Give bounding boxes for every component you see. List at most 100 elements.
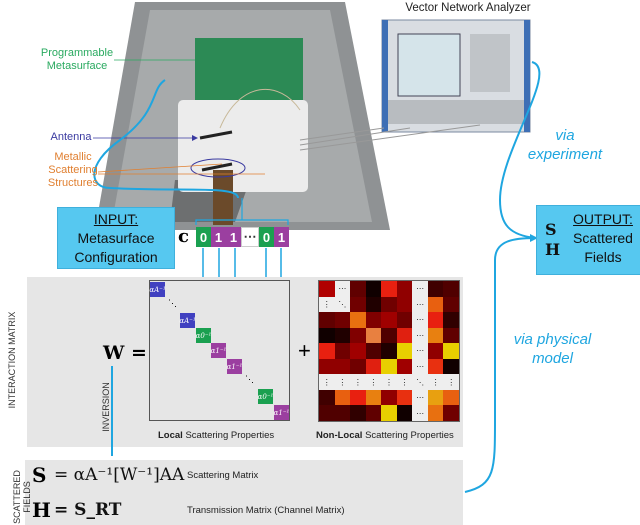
heatmap-cell: [427, 312, 444, 328]
output-symbol-s: S: [545, 220, 557, 239]
heatmap-cell: [396, 281, 413, 297]
eq2-lhs: H: [32, 498, 51, 522]
eq1-description: Scattering Matrix: [187, 470, 259, 481]
heatmap-cell: [319, 343, 335, 359]
eq1-lhs: S: [32, 463, 47, 487]
heatmap-cell: ⋮: [353, 377, 362, 387]
heatmap-cell: [443, 389, 459, 406]
heatmap-cell: ⋯: [416, 362, 425, 372]
heatmap-cell: [319, 312, 335, 328]
bit-ellipsis: ⋯: [241, 227, 259, 247]
heatmap-cell: [319, 389, 335, 406]
heatmap-cell: [365, 281, 382, 297]
input-box: INPUT: Metasurface Configuration: [57, 207, 175, 269]
heatmap-cell: [443, 296, 459, 313]
heatmap-cell: ⋯: [416, 284, 425, 294]
heatmap-cell: [319, 281, 335, 297]
via-physical-model-label: via physical model: [513, 331, 592, 367]
output-heading: OUTPUT:: [573, 211, 633, 227]
heatmap-cell: [381, 327, 397, 344]
heatmap-cell: [443, 281, 459, 297]
heatmap-cell: ⋯: [416, 330, 425, 340]
heatmap-cell: ⋯: [416, 393, 425, 403]
diag-cell-4: α1⁻¹: [274, 405, 289, 420]
nonlocal-heatmap: ⋯ ⋯ ⋮ ⋱ ⋯ ⋯ ⋯ ⋯ ⋯ ⋮ ⋮ ⋮ ⋮ ⋮ ⋮ ⋱ ⋮ ⋮ ⋯ ⋯: [318, 280, 460, 422]
input-text: Metasurface Configuration: [74, 230, 158, 265]
metasurface-board: [195, 38, 303, 102]
heatmap-cell: ⋮: [322, 299, 331, 309]
heatmap-cell: [427, 281, 444, 297]
heatmap-cell: [396, 312, 413, 328]
heatmap-cell: [365, 296, 382, 313]
heatmap-cell: [334, 327, 351, 344]
heatmap-cell: [396, 296, 413, 313]
diag-dots: ⋱: [168, 298, 177, 308]
heatmap-cell: ⋯: [416, 315, 425, 325]
output-symbol-h: H: [545, 240, 561, 259]
figure: Vector Network Analyzer Programmable Met…: [0, 0, 640, 525]
heatmap-cell: ⋮: [369, 377, 378, 387]
heatmap-cell: [427, 327, 444, 344]
nonlocal-caption: Non-Local Scattering Properties: [316, 430, 454, 441]
heatmap-cell: [334, 389, 351, 406]
heatmap-cell: [396, 389, 413, 406]
heatmap-cell: [427, 296, 444, 313]
diag-cell-1: α1⁻¹: [211, 343, 226, 358]
bit-1: 1: [211, 227, 226, 247]
output-text: Scattered Fields: [573, 230, 633, 265]
heatmap-cell: ⋯: [416, 299, 425, 309]
w-equals: W =: [103, 342, 147, 364]
heatmap-cell: [350, 405, 366, 421]
heatmap-cell: [350, 358, 366, 375]
inversion-arrow: [111, 366, 113, 456]
heatmap-cell: [381, 312, 397, 328]
heatmap-cell: [381, 389, 397, 406]
heatmap-cell: [443, 358, 459, 375]
local-caption: Local Scattering Properties: [158, 430, 275, 441]
heatmap-cell: [319, 358, 335, 375]
heatmap-cell: [443, 312, 459, 328]
heatmap-cell: [334, 343, 351, 359]
heatmap-cell: [443, 343, 459, 359]
scatterers-label: Metallic Scattering Structures: [47, 151, 99, 189]
heatmap-cell: [350, 312, 366, 328]
via-experiment-label: via experiment: [527, 127, 603, 163]
bit-2: 1: [226, 227, 241, 247]
eq2-description: Transmission Matrix (Channel Matrix): [187, 505, 345, 516]
diag-cell-2: α1⁻¹: [227, 359, 242, 374]
heatmap-cell: ⋮: [322, 377, 331, 387]
heatmap-cell: [350, 389, 366, 406]
inversion-label: INVERSION: [101, 382, 111, 432]
heatmap-cell: ⋮: [338, 377, 347, 387]
heatmap-cell: [381, 405, 397, 421]
heatmap-cell: [350, 343, 366, 359]
input-heading: INPUT:: [93, 211, 139, 227]
heatmap-cell: [381, 343, 397, 359]
heatmap-cell: [365, 327, 382, 344]
heatmap-cell: [365, 389, 382, 406]
heatmap-cell: [365, 343, 382, 359]
heatmap-cell: [334, 405, 351, 421]
heatmap-cell: [334, 358, 351, 375]
heatmap-cell: ⋮: [431, 377, 440, 387]
heatmap-cell: [365, 405, 382, 421]
heatmap-cell: [381, 296, 397, 313]
output-box: S H OUTPUT: Scattered Fields: [536, 205, 640, 275]
heatmap-cell: [365, 312, 382, 328]
bit-0: 0: [196, 227, 211, 247]
plus-sign: +: [298, 338, 311, 363]
heatmap-cell: ⋯: [338, 284, 347, 294]
scattered-side-label: SCATTERED FIELDS: [12, 470, 32, 524]
heatmap-cell: [396, 405, 413, 421]
heatmap-cell: [365, 358, 382, 375]
heatmap-cell: [381, 358, 397, 375]
heatmap-cell: [319, 405, 335, 421]
heatmap-cell: ⋱: [338, 299, 347, 309]
antenna-label: Antenna: [50, 131, 92, 143]
heatmap-cell: [427, 343, 444, 359]
eq1-rhs: = αA⁻¹[W⁻¹]AA: [54, 465, 185, 485]
bit-5: 1: [274, 227, 289, 247]
diag-cell-a1: αA⁻¹: [149, 282, 166, 297]
bit-4: 0: [259, 227, 274, 247]
heatmap-cell: ⋯: [416, 346, 425, 356]
